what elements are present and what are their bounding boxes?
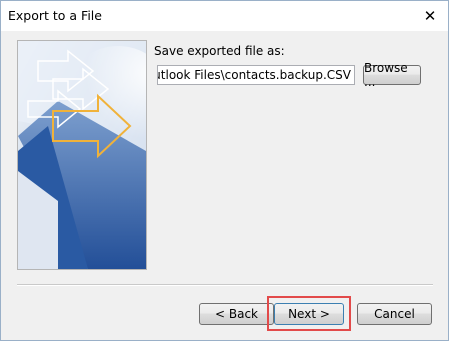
close-icon[interactable]: ✕ <box>421 7 439 25</box>
title-bar: Export to a File ✕ <box>1 1 448 31</box>
save-as-label: Save exported file as: <box>154 44 285 58</box>
dialog-title: Export to a File <box>8 8 102 23</box>
cancel-button[interactable]: Cancel <box>357 303 432 325</box>
browse-button[interactable]: Browse ... <box>363 61 421 89</box>
divider <box>17 284 433 286</box>
wizard-illustration <box>17 40 147 270</box>
back-button[interactable]: < Back <box>199 303 274 325</box>
export-dialog: Export to a File ✕ Save exported file as… <box>0 0 449 341</box>
file-path-input[interactable]: ents\Outlook Files\contacts.backup.CSV <box>157 65 355 85</box>
next-button-highlight <box>267 296 351 331</box>
export-arrows-graphic <box>18 41 146 269</box>
